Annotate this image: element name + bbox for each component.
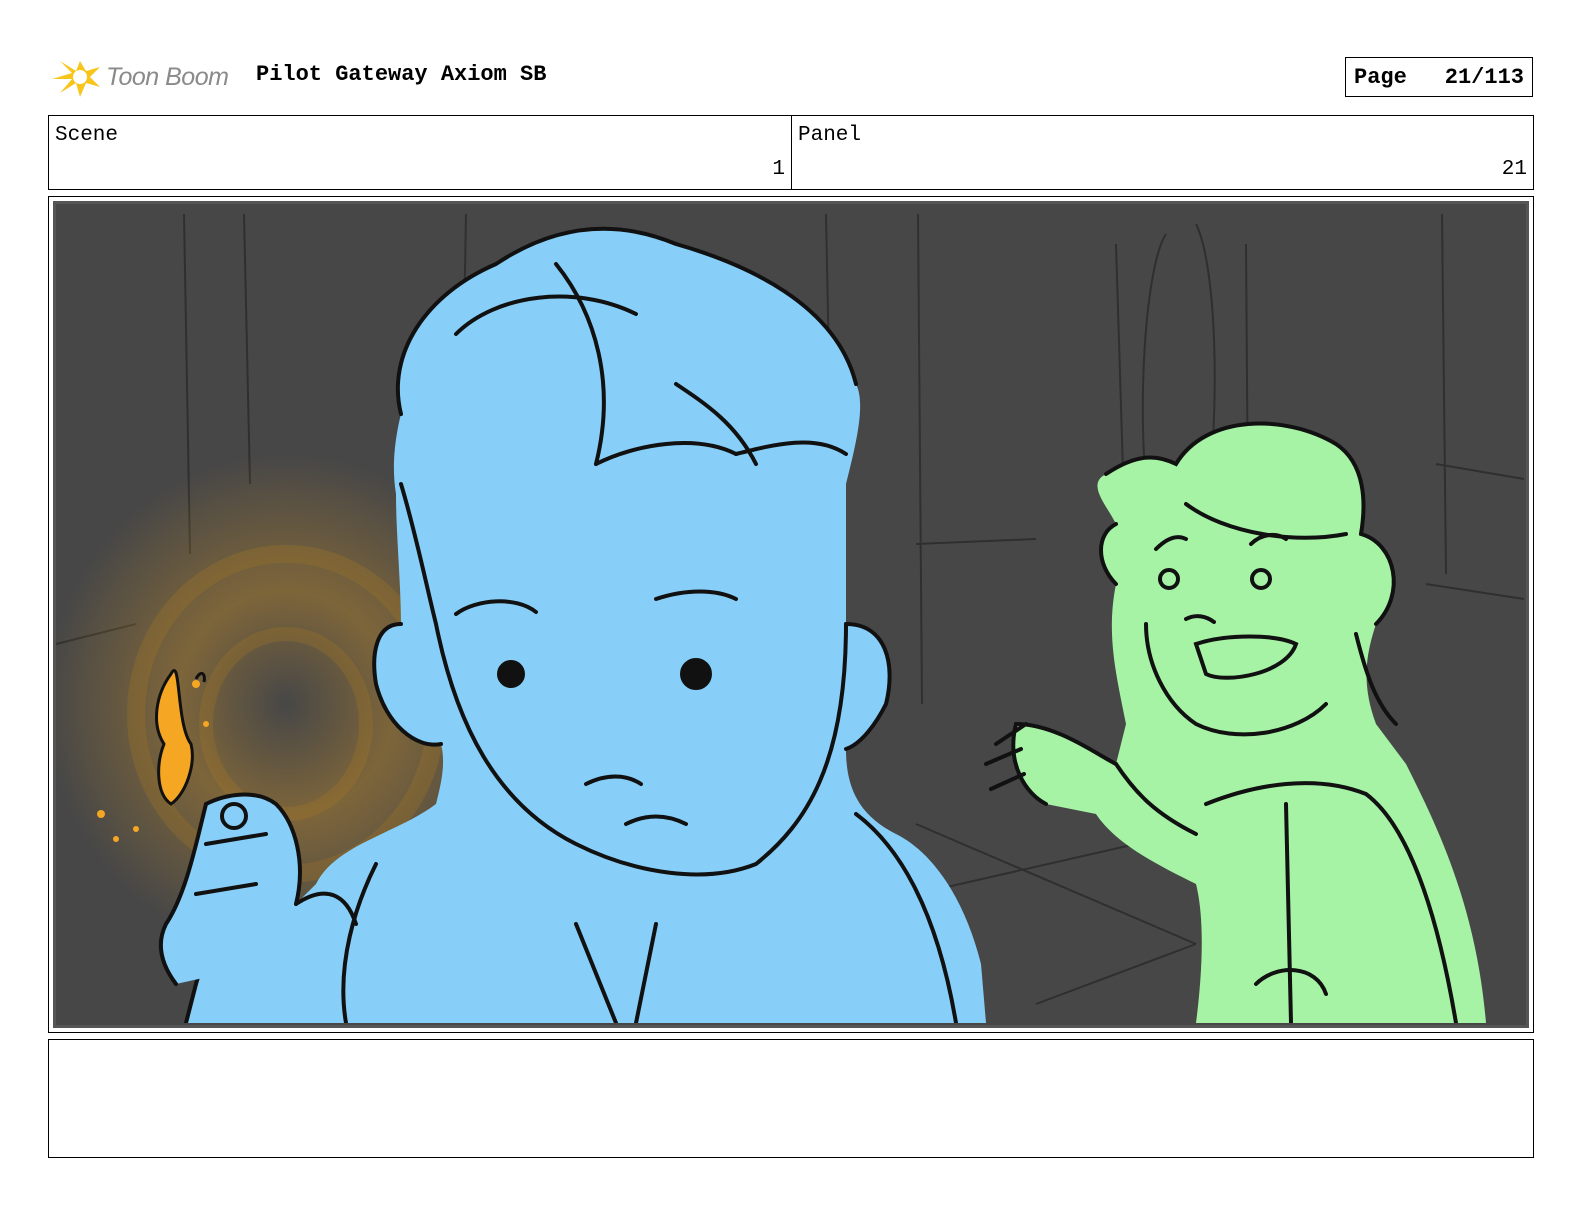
scene-label: Scene — [55, 124, 119, 147]
page-number: 21/113 — [1444, 64, 1524, 90]
storyboard-page: Toon Boom Pilot Gateway Axiom SB Page 21… — [0, 0, 1584, 1224]
page-counter: Page 21/113 — [1345, 57, 1533, 97]
toon-boom-logo: Toon Boom — [50, 52, 238, 102]
scene-cell: Scene 1 — [49, 116, 792, 189]
logo-text: Toon Boom — [106, 62, 229, 91]
panel-value: 21 — [1501, 158, 1527, 181]
starburst-icon — [52, 61, 100, 97]
scene-panel-row: Scene 1 Panel 21 — [48, 115, 1534, 190]
document-title: Pilot Gateway Axiom SB — [256, 62, 547, 87]
panel-label: Panel — [798, 124, 862, 147]
panel-image-frame — [48, 196, 1534, 1033]
panel-artwork — [53, 201, 1529, 1028]
panel-cell: Panel 21 — [792, 116, 1533, 189]
sketch-illustration — [56, 213, 1524, 1023]
panel-notes — [48, 1039, 1534, 1158]
scene-value: 1 — [772, 158, 785, 181]
character-right — [984, 421, 1486, 1023]
page-label: Page — [1354, 64, 1407, 90]
